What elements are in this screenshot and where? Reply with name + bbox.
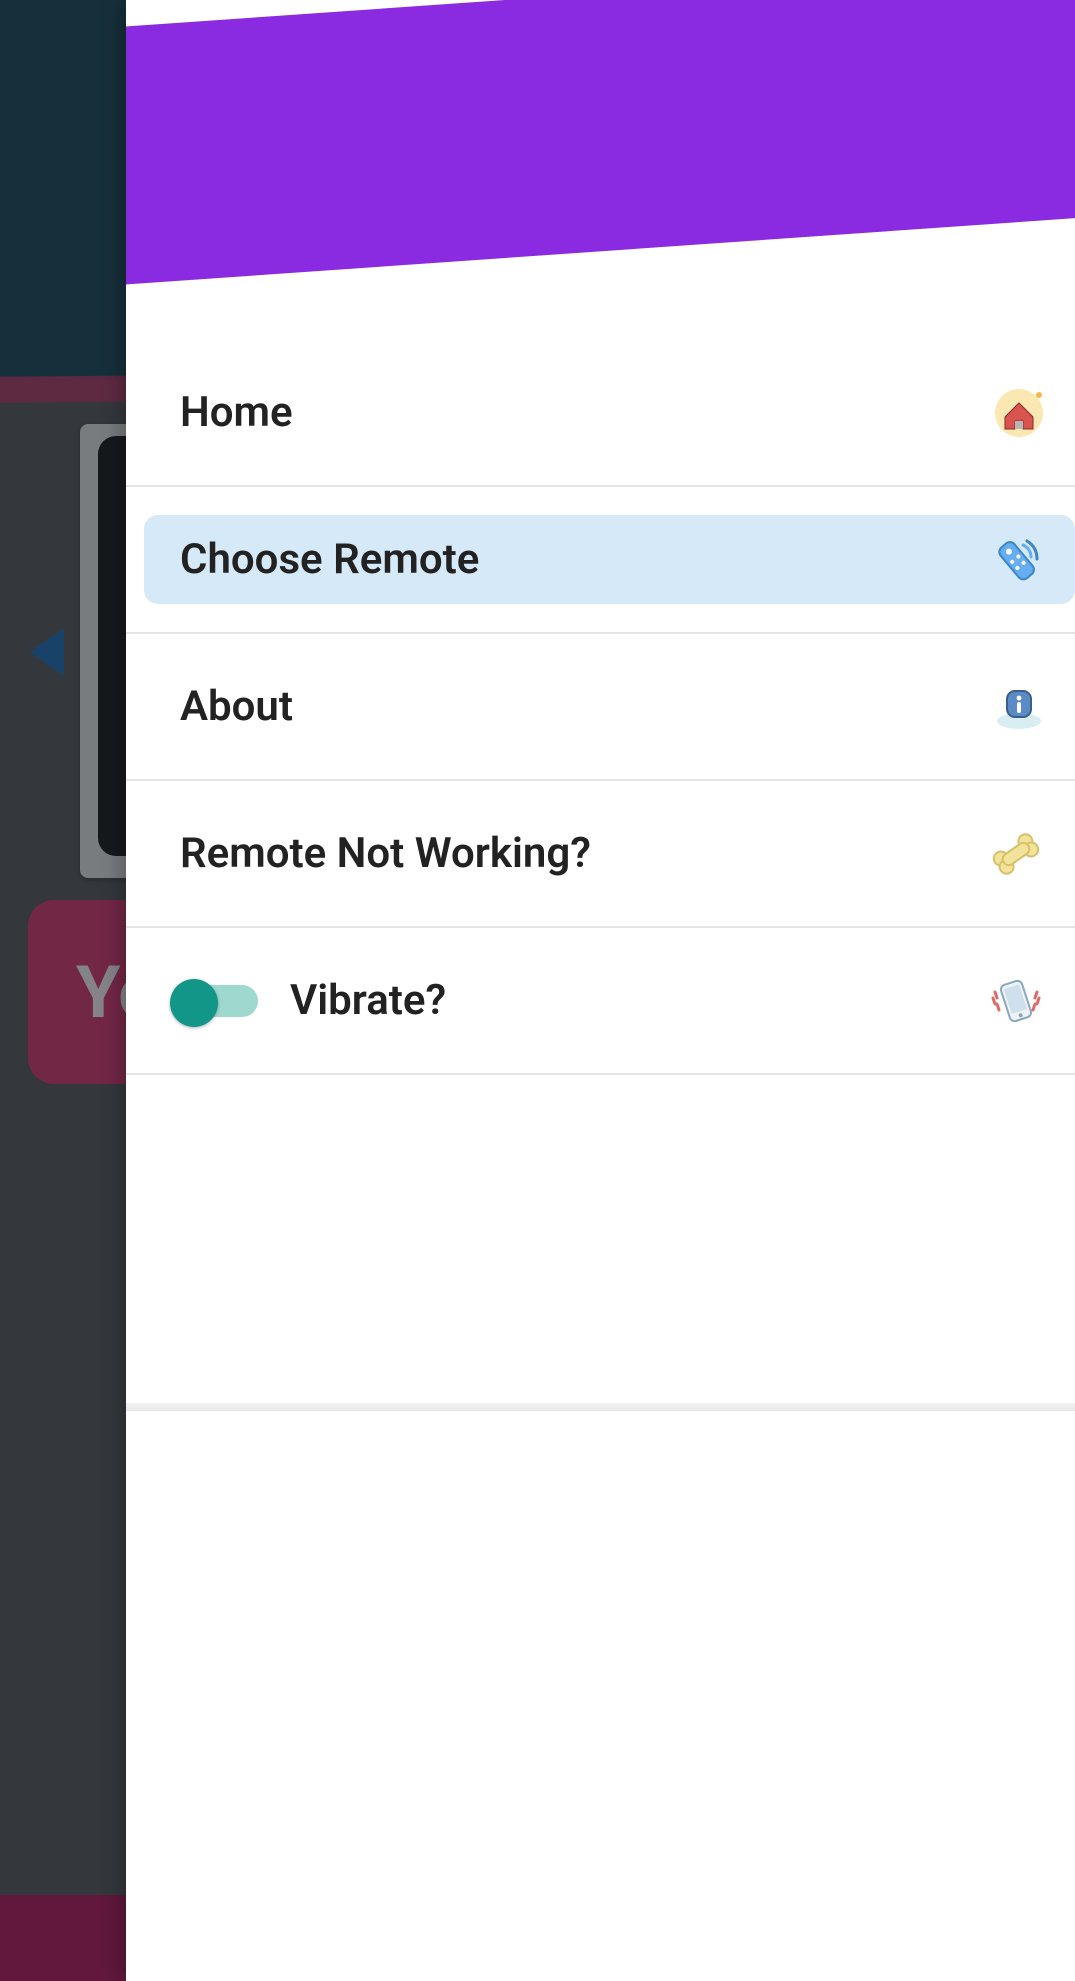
home-icon: [993, 387, 1045, 439]
menu-item-home[interactable]: Home: [126, 340, 1075, 487]
toggle-thumb: [170, 979, 218, 1027]
menu-item-vibrate: Vibrate?: [126, 928, 1075, 1075]
menu-item-label: Choose Remote: [180, 535, 479, 584]
bone-icon: [987, 825, 1045, 883]
menu-item-not-working[interactable]: Remote Not Working?: [126, 781, 1075, 928]
menu-item-label: Home: [180, 388, 293, 437]
menu-item-about[interactable]: About: [126, 634, 1075, 781]
info-icon: [993, 681, 1045, 733]
menu-item-label: Remote Not Working?: [180, 829, 591, 878]
drawer-header: [126, 0, 1075, 340]
menu-item-choose-remote[interactable]: Choose Remote: [126, 487, 1075, 634]
remote-icon: [987, 531, 1045, 589]
navigation-drawer: Home Choose Remote: [126, 0, 1075, 1981]
drawer-bottom-divider: [126, 1403, 1075, 1411]
drawer-menu: Home Choose Remote: [126, 340, 1075, 1981]
vibrate-toggle[interactable]: [170, 979, 258, 1023]
menu-item-label: About: [180, 682, 293, 731]
vibrate-icon: [987, 972, 1045, 1030]
vibrate-label: Vibrate?: [290, 976, 446, 1025]
